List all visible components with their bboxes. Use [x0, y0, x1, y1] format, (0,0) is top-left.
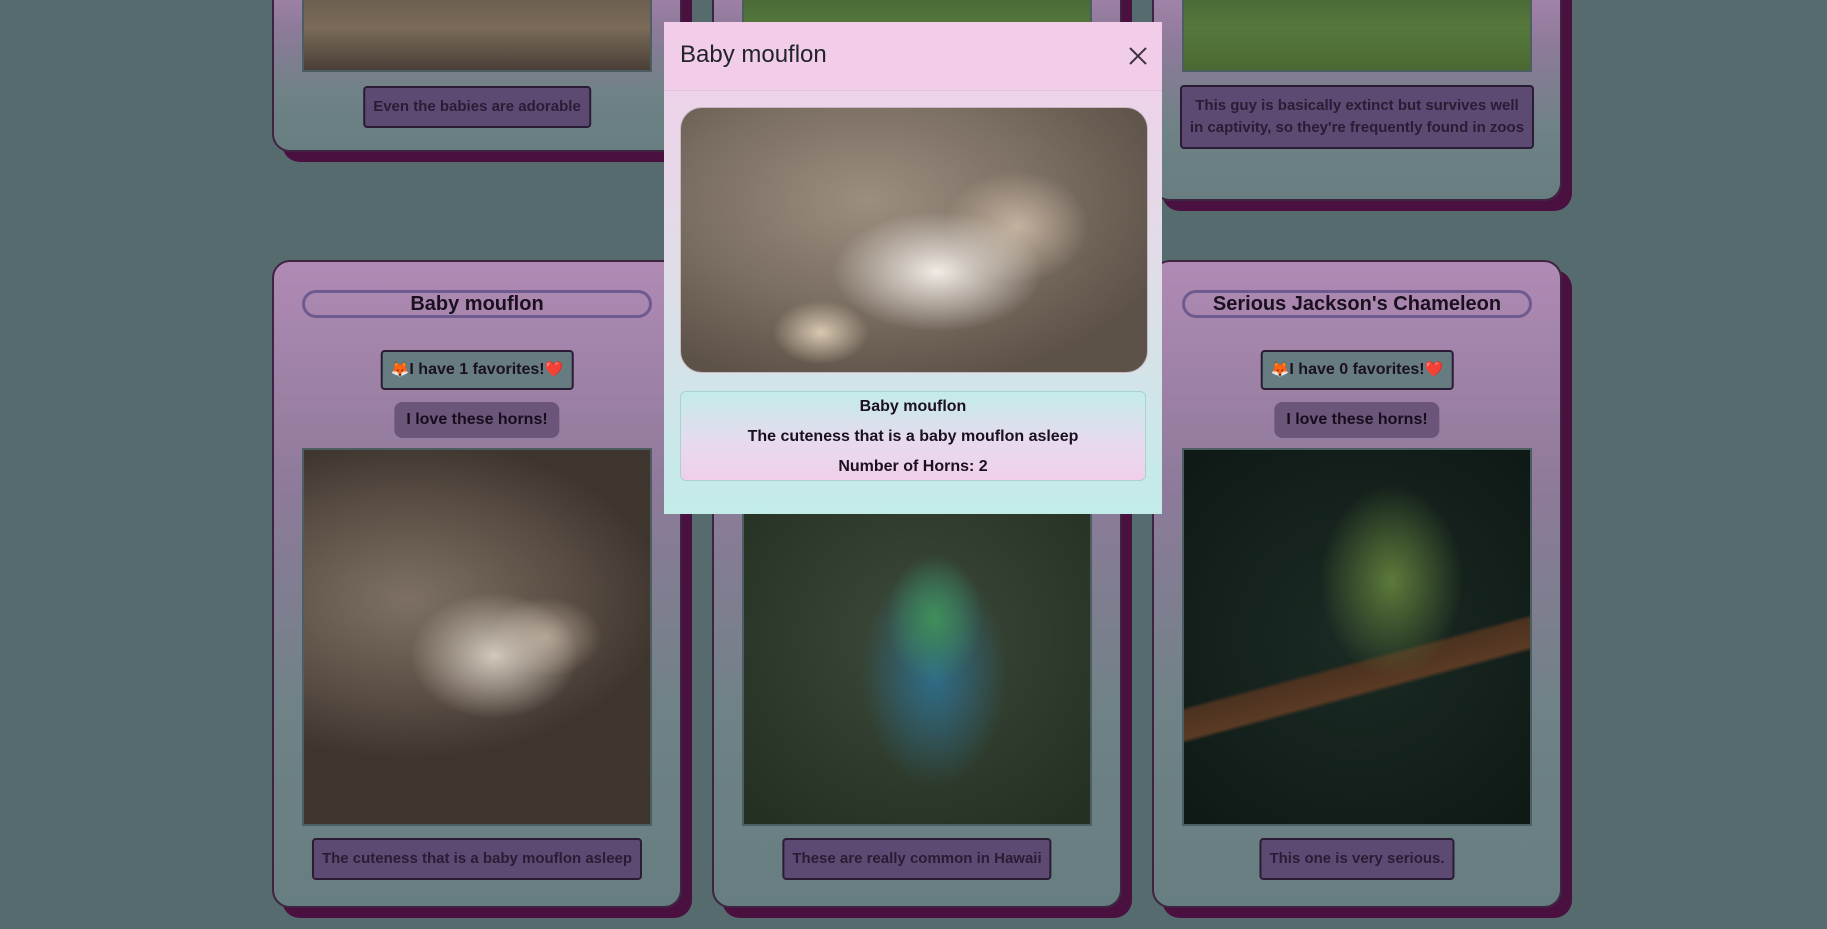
card-description: Even the babies are adorable	[363, 86, 591, 128]
love-horns-button[interactable]: I love these horns!	[1274, 402, 1440, 438]
love-horns-button[interactable]: I love these horns!	[394, 402, 560, 438]
favorites-label: I have 1 favorites!	[409, 361, 545, 378]
favorites-button[interactable]: 🦊I have 0 favorites!❤️	[1260, 350, 1454, 390]
card-image	[302, 0, 652, 72]
modal-image	[680, 107, 1148, 373]
card-top-right: This guy is basically extinct but surviv…	[1152, 0, 1562, 201]
card-title: Baby mouflon	[302, 290, 652, 318]
card-description: These are really common in Hawaii	[782, 838, 1052, 880]
card-description: This one is very serious.	[1259, 838, 1455, 880]
heart-icon: ❤️	[544, 361, 564, 378]
detail-modal: Baby mouflon Baby mouflon The cuteness t…	[664, 22, 1162, 514]
close-button[interactable]	[1126, 44, 1150, 68]
card-image	[1182, 0, 1532, 72]
modal-header: Baby mouflon	[664, 22, 1162, 91]
card-image[interactable]	[302, 448, 652, 826]
card-jacksons-chameleon: Serious Jackson's Chameleon 🦊I have 0 fa…	[1152, 260, 1562, 908]
favorites-button[interactable]: 🦊I have 1 favorites!❤️	[380, 350, 574, 390]
modal-info-title: Baby mouflon	[859, 398, 967, 415]
card-image[interactable]	[1182, 448, 1532, 826]
modal-info-description: The cuteness that is a baby mouflon asle…	[747, 428, 1079, 445]
card-description: The cuteness that is a baby mouflon asle…	[311, 838, 643, 880]
close-icon	[1129, 47, 1147, 65]
heart-icon: ❤️	[1424, 361, 1444, 378]
favorites-label: I have 0 favorites!	[1289, 361, 1425, 378]
modal-info-box: Baby mouflon The cuteness that is a baby…	[680, 391, 1146, 481]
fox-icon: 🦊	[390, 361, 410, 378]
card-top-left: Even the babies are adorable	[272, 0, 682, 152]
card-title: Serious Jackson's Chameleon	[1182, 290, 1532, 318]
modal-info-horns: Number of Horns: 2	[838, 458, 988, 475]
fox-icon: 🦊	[1270, 361, 1290, 378]
card-description: This guy is basically extinct but surviv…	[1180, 85, 1534, 149]
card-baby-mouflon: Baby mouflon 🦊I have 1 favorites!❤️ I lo…	[272, 260, 682, 908]
modal-title: Baby mouflon	[680, 41, 827, 68]
